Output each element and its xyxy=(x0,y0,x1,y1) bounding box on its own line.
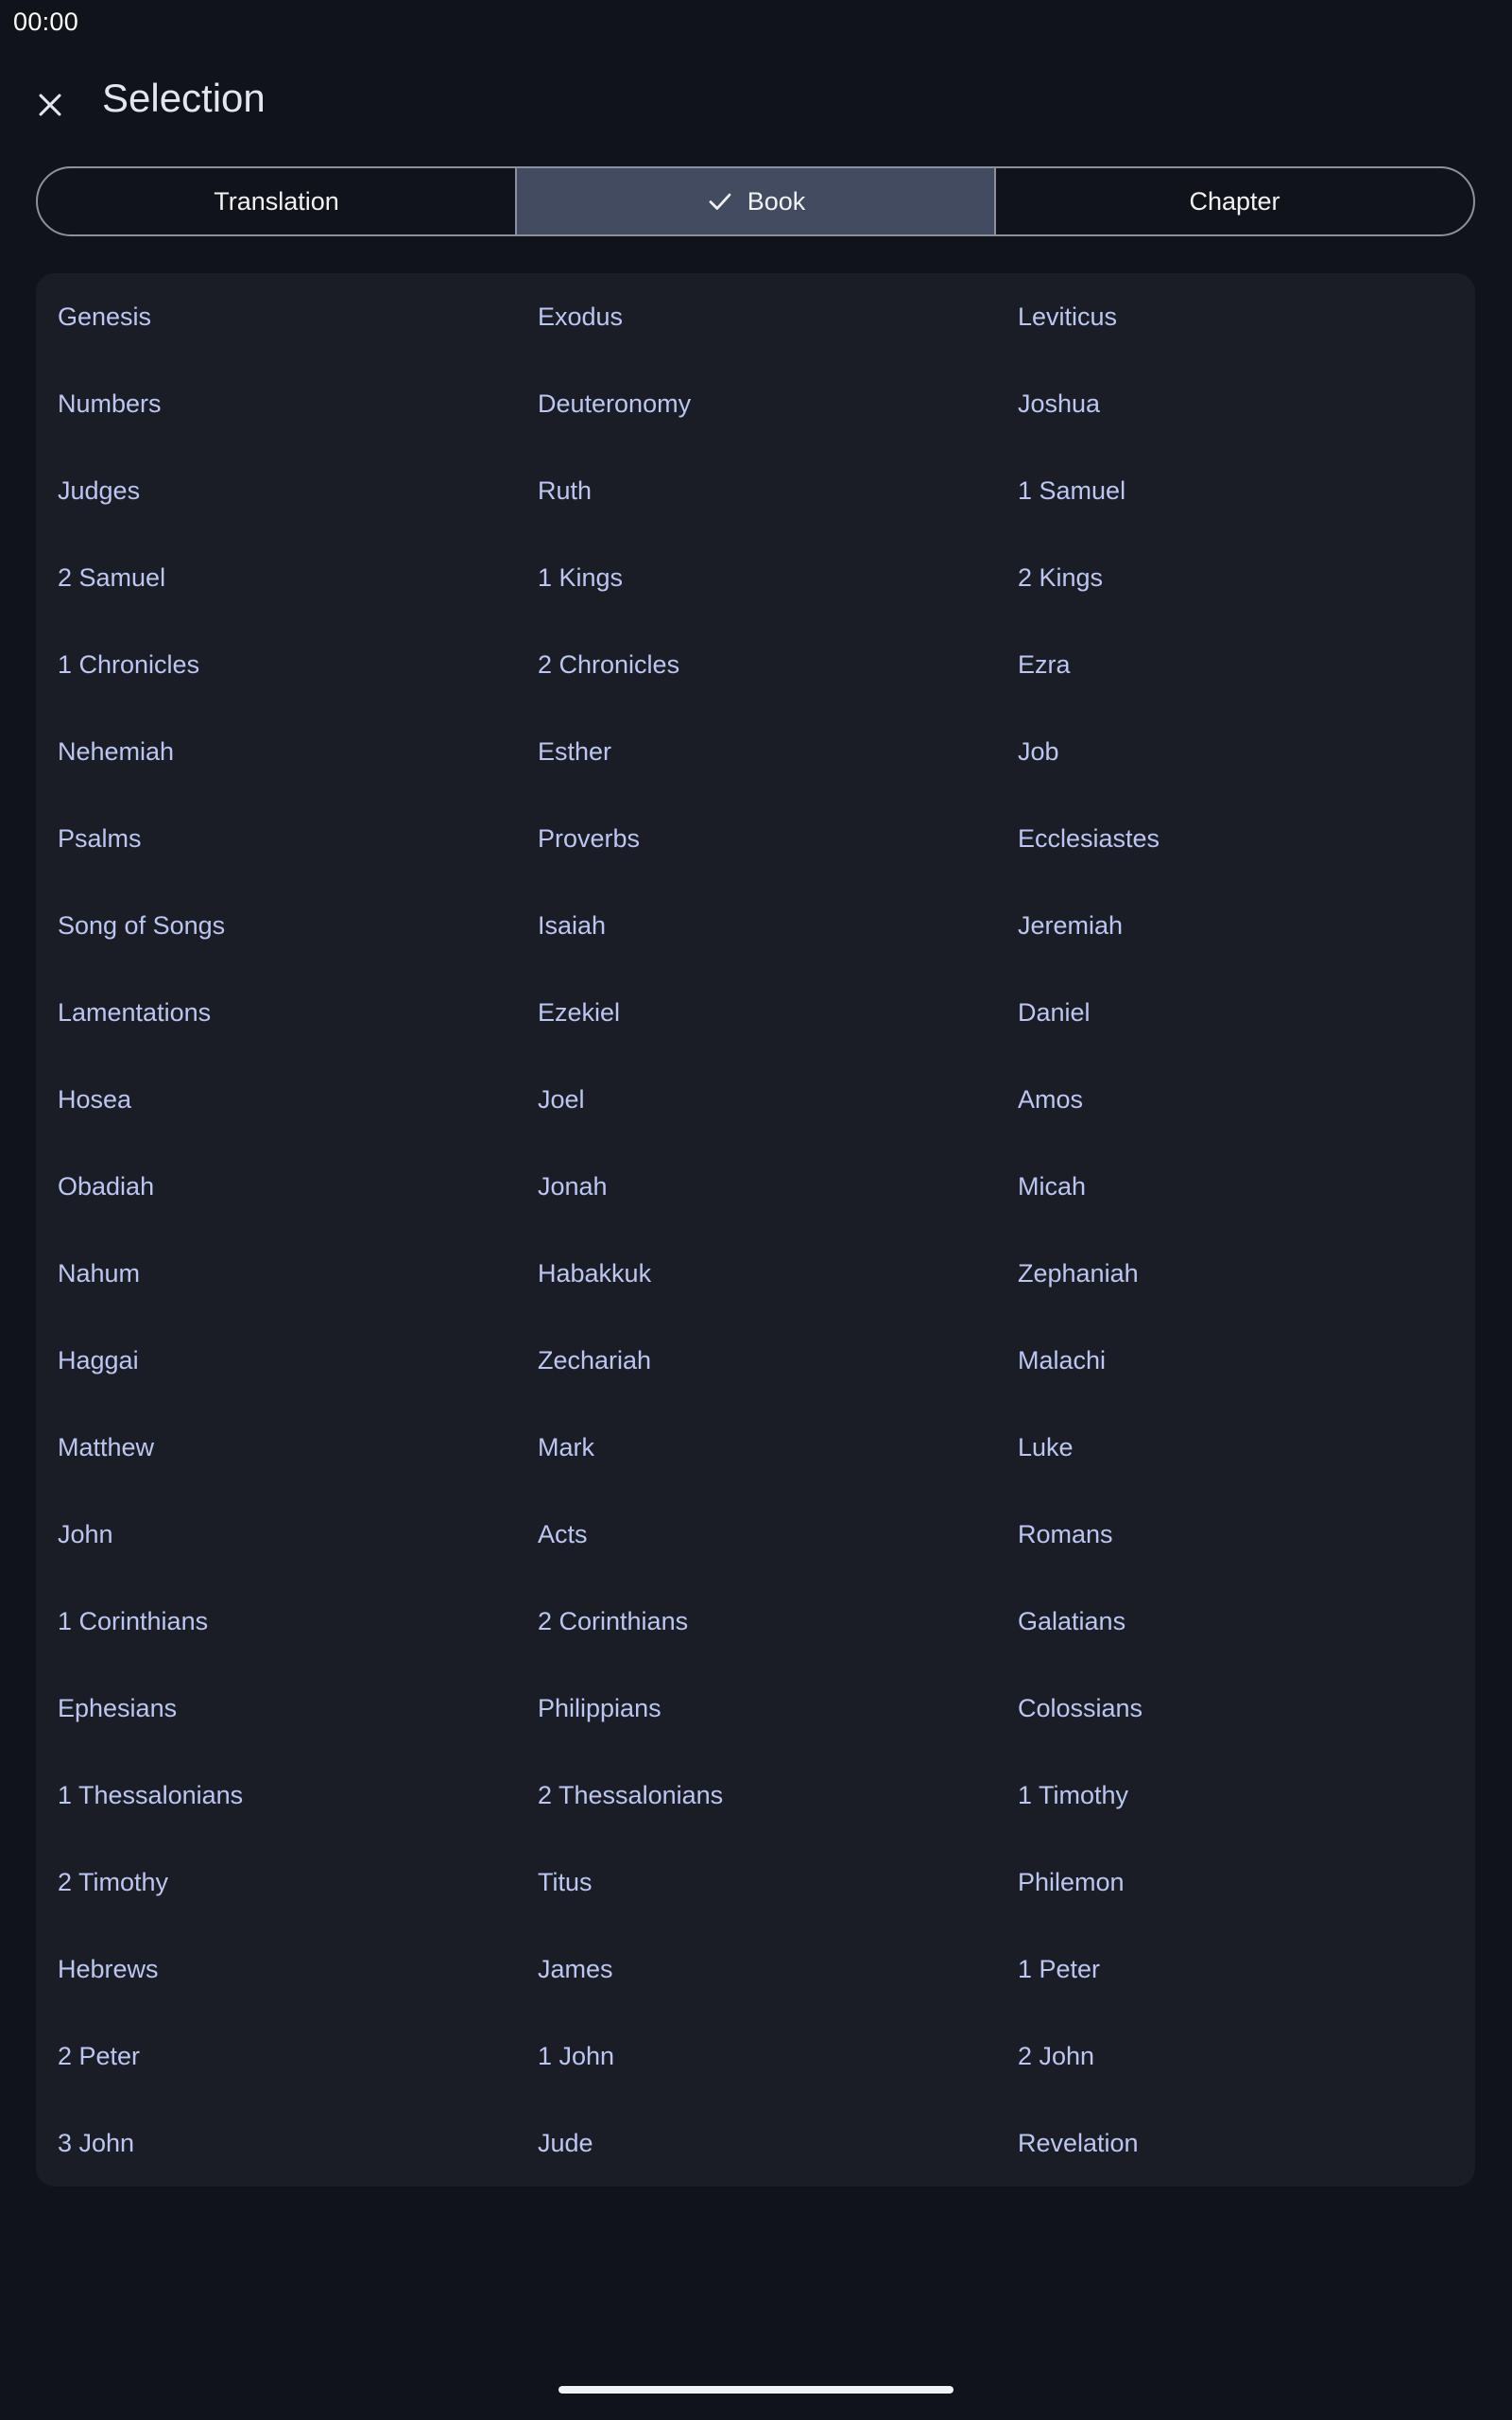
book-item[interactable]: Zechariah xyxy=(516,1317,996,1404)
book-item[interactable]: Leviticus xyxy=(996,273,1475,360)
book-item[interactable]: Joshua xyxy=(996,360,1475,447)
book-item[interactable]: Ecclesiastes xyxy=(996,795,1475,882)
book-item[interactable]: Daniel xyxy=(996,969,1475,1056)
book-item[interactable]: James xyxy=(516,1926,996,2013)
selection-tabs: Translation Book Chapter xyxy=(36,166,1475,236)
book-item[interactable]: Philippians xyxy=(516,1665,996,1752)
book-item[interactable]: Ruth xyxy=(516,447,996,534)
tab-chapter-label: Chapter xyxy=(1189,186,1280,216)
book-item[interactable]: Acts xyxy=(516,1491,996,1578)
book-item[interactable]: Jude xyxy=(516,2100,996,2187)
book-item[interactable]: Ezekiel xyxy=(516,969,996,1056)
book-item[interactable]: 2 Samuel xyxy=(36,534,516,621)
book-item[interactable]: Luke xyxy=(996,1404,1475,1491)
book-item[interactable]: 2 Chronicles xyxy=(516,621,996,708)
tab-translation[interactable]: Translation xyxy=(38,168,515,234)
book-item[interactable]: Matthew xyxy=(36,1404,516,1491)
check-icon xyxy=(706,187,734,216)
book-item[interactable]: Nehemiah xyxy=(36,708,516,795)
close-icon xyxy=(39,94,61,116)
top-app-bar: Selection xyxy=(0,68,1512,132)
book-item[interactable]: Malachi xyxy=(996,1317,1475,1404)
book-item[interactable]: 1 Chronicles xyxy=(36,621,516,708)
book-item[interactable]: Titus xyxy=(516,1839,996,1926)
book-item[interactable]: Proverbs xyxy=(516,795,996,882)
book-item[interactable]: 2 Peter xyxy=(36,2013,516,2100)
book-item[interactable]: Zephaniah xyxy=(996,1230,1475,1317)
book-grid: Genesis Exodus Leviticus Numbers Deuteronomy… xyxy=(36,273,1475,2187)
book-list-panel: Genesis Exodus Leviticus Numbers Deuteronomy… xyxy=(36,273,1475,2187)
book-item[interactable]: 1 Timothy xyxy=(996,1752,1475,1839)
close-button[interactable] xyxy=(25,79,76,130)
book-item[interactable]: Revelation xyxy=(996,2100,1475,2187)
book-item[interactable]: 2 Timothy xyxy=(36,1839,516,1926)
book-item[interactable]: 1 Corinthians xyxy=(36,1578,516,1665)
book-item[interactable]: Colossians xyxy=(996,1665,1475,1752)
book-item[interactable]: John xyxy=(36,1491,516,1578)
book-item[interactable]: Galatians xyxy=(996,1578,1475,1665)
book-item[interactable]: Hosea xyxy=(36,1056,516,1143)
book-item[interactable]: 1 Samuel xyxy=(996,447,1475,534)
tab-chapter[interactable]: Chapter xyxy=(994,168,1473,234)
page-title: Selection xyxy=(102,76,266,120)
book-item[interactable]: Exodus xyxy=(516,273,996,360)
book-item[interactable]: Ephesians xyxy=(36,1665,516,1752)
book-item[interactable]: Mark xyxy=(516,1404,996,1491)
book-item[interactable]: Nahum xyxy=(36,1230,516,1317)
book-item[interactable]: Romans xyxy=(996,1491,1475,1578)
book-item[interactable]: Micah xyxy=(996,1143,1475,1230)
book-item[interactable]: Philemon xyxy=(996,1839,1475,1926)
tab-translation-label: Translation xyxy=(214,186,339,216)
book-item[interactable]: 2 Kings xyxy=(996,534,1475,621)
book-item[interactable]: 2 John xyxy=(996,2013,1475,2100)
book-item[interactable]: Job xyxy=(996,708,1475,795)
book-item[interactable]: Jeremiah xyxy=(996,882,1475,969)
book-item[interactable]: Lamentations xyxy=(36,969,516,1056)
book-item[interactable]: Numbers xyxy=(36,360,516,447)
book-item[interactable]: Genesis xyxy=(36,273,516,360)
tab-book-label: Book xyxy=(747,186,806,216)
book-item[interactable]: Amos xyxy=(996,1056,1475,1143)
book-item[interactable]: 1 Kings xyxy=(516,534,996,621)
book-item[interactable]: Haggai xyxy=(36,1317,516,1404)
book-item[interactable]: Judges xyxy=(36,447,516,534)
book-item[interactable]: Ezra xyxy=(996,621,1475,708)
status-bar-time: 00:00 xyxy=(13,8,79,36)
book-item[interactable]: Song of Songs xyxy=(36,882,516,969)
book-item[interactable]: Obadiah xyxy=(36,1143,516,1230)
book-item[interactable]: 3 John xyxy=(36,2100,516,2187)
book-item[interactable]: Esther xyxy=(516,708,996,795)
book-item[interactable]: Psalms xyxy=(36,795,516,882)
book-item[interactable]: Deuteronomy xyxy=(516,360,996,447)
book-item[interactable]: 1 Thessalonians xyxy=(36,1752,516,1839)
book-item[interactable]: Habakkuk xyxy=(516,1230,996,1317)
home-indicator[interactable] xyxy=(558,2386,954,2394)
book-item[interactable]: 2 Thessalonians xyxy=(516,1752,996,1839)
book-item[interactable]: Jonah xyxy=(516,1143,996,1230)
book-item[interactable]: Joel xyxy=(516,1056,996,1143)
book-item[interactable]: Hebrews xyxy=(36,1926,516,2013)
tab-book[interactable]: Book xyxy=(515,168,994,234)
book-item[interactable]: 1 John xyxy=(516,2013,996,2100)
book-item[interactable]: Isaiah xyxy=(516,882,996,969)
book-item[interactable]: 2 Corinthians xyxy=(516,1578,996,1665)
book-item[interactable]: 1 Peter xyxy=(996,1926,1475,2013)
